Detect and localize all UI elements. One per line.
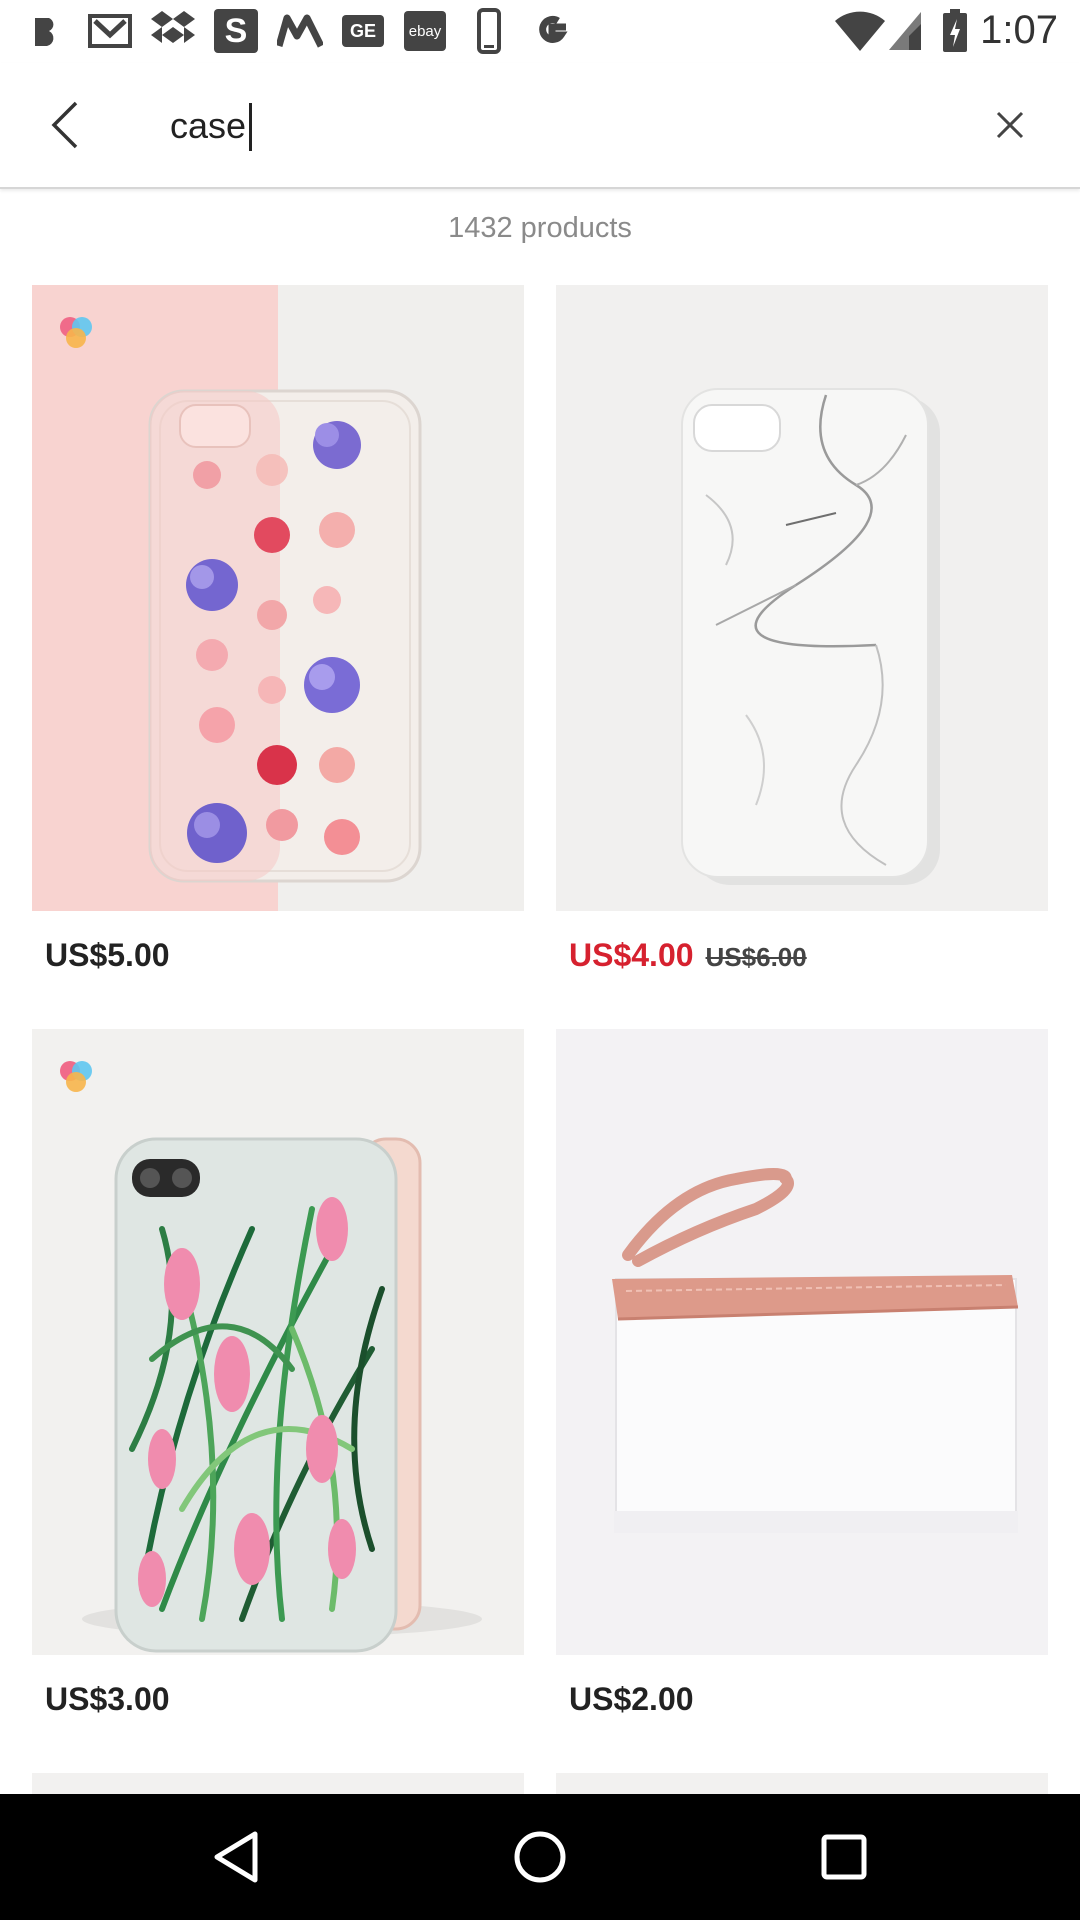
product-price: US$2.00 <box>569 1681 694 1717</box>
phone-icon <box>474 8 504 54</box>
product-image[interactable] <box>32 285 524 911</box>
product-card[interactable]: US$2.00 <box>556 1029 1048 1759</box>
battery-icon <box>940 9 970 52</box>
search-input[interactable] <box>170 91 930 161</box>
nav-home-icon <box>514 1831 566 1883</box>
product-image[interactable] <box>556 285 1048 911</box>
results-count: 1432 products <box>448 212 632 244</box>
wifi-icon <box>832 10 888 52</box>
text-cursor <box>249 103 252 151</box>
product-card-partial[interactable] <box>556 1773 1048 1794</box>
search-header <box>0 63 1080 189</box>
product-original-price: US$6.00 <box>705 942 807 972</box>
signal-icon <box>886 10 924 52</box>
ge-icon: GE <box>342 15 384 47</box>
nav-back-button[interactable] <box>196 1822 276 1892</box>
chevron-left-icon <box>51 101 78 149</box>
product-sale-price: US$4.00 <box>569 937 694 973</box>
nav-recents-button[interactable] <box>804 1822 884 1892</box>
product-price: US$5.00 <box>45 937 170 973</box>
product-price: US$3.00 <box>45 1681 170 1717</box>
product-card-partial[interactable] <box>32 1773 524 1794</box>
multicolor-badge-icon <box>60 317 92 348</box>
nav-home-button[interactable] <box>500 1822 580 1892</box>
product-image[interactable] <box>556 1029 1048 1655</box>
gmail-icon <box>86 10 134 52</box>
status-bar: S GE ebay 1:07 <box>0 0 1080 63</box>
clear-search-button[interactable] <box>980 95 1040 155</box>
nav-recents-icon <box>821 1834 867 1880</box>
system-nav-bar <box>0 1794 1080 1920</box>
product-card[interactable]: US$3.00 <box>32 1029 524 1759</box>
nav-back-icon <box>214 1831 258 1883</box>
multicolor-badge-icon <box>60 1061 92 1092</box>
google-icon <box>530 10 574 52</box>
ebay-icon: ebay <box>404 11 446 51</box>
product-card[interactable]: US$5.00 <box>32 285 524 1015</box>
status-time: 1:07 <box>980 8 1058 52</box>
m-icon <box>276 10 324 52</box>
b-icon <box>28 10 64 52</box>
product-image[interactable] <box>32 1029 524 1655</box>
product-card[interactable]: US$4.00 US$6.00 <box>556 285 1048 1015</box>
back-button[interactable] <box>36 95 96 155</box>
close-icon <box>996 111 1024 139</box>
dropbox-icon <box>150 10 196 52</box>
s-icon: S <box>214 9 258 53</box>
